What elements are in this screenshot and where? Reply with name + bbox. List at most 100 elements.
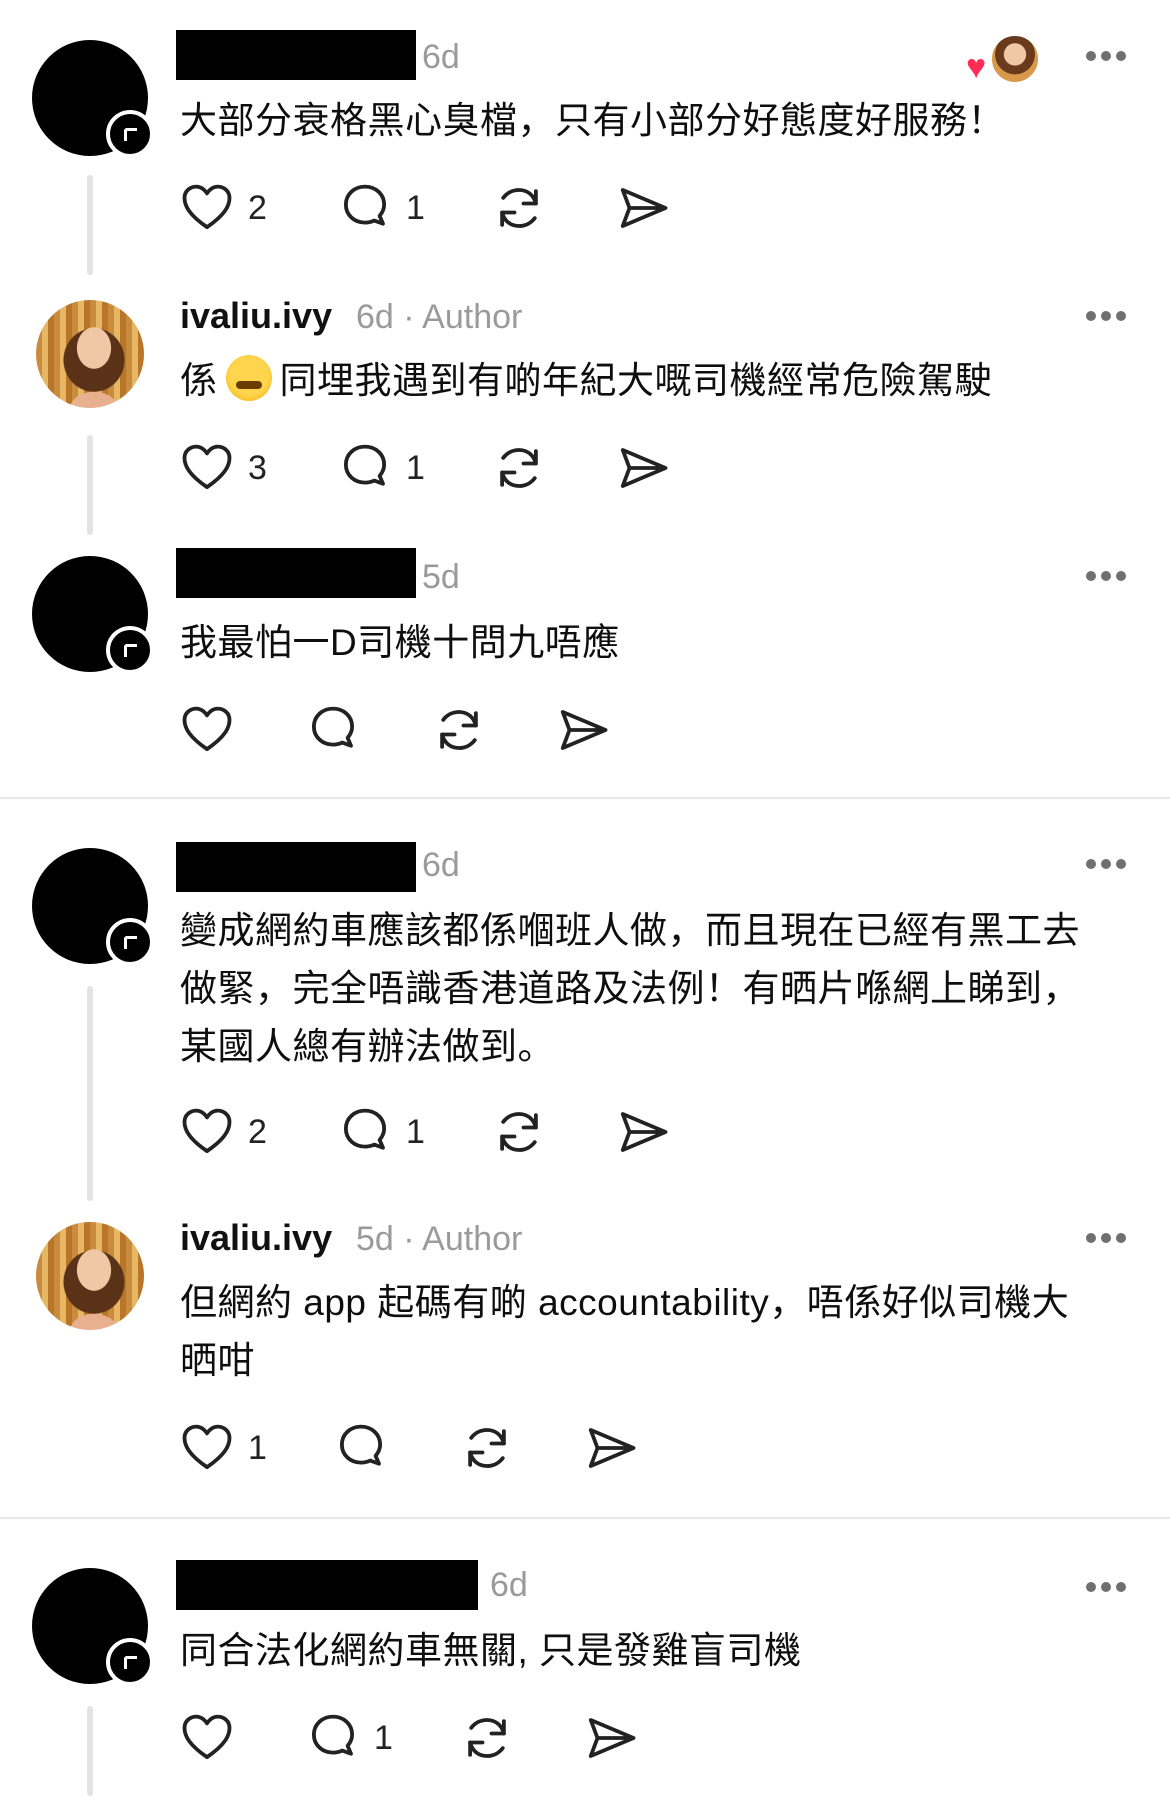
heart-icon [180,181,234,235]
redacted-username [176,548,416,598]
reply-button[interactable] [334,1418,388,1478]
share-button[interactable] [616,1102,670,1162]
repost-button[interactable] [460,1418,514,1478]
share-button[interactable] [616,438,670,498]
repost-button[interactable] [460,1708,514,1768]
avatar[interactable] [36,300,144,408]
timestamp: 6d [490,1566,528,1604]
avatar[interactable] [36,1222,144,1330]
repost-button[interactable] [432,700,486,760]
comment-icon [338,441,392,495]
share-button[interactable] [556,700,610,760]
like-count: 3 [248,448,267,487]
repost-icon [492,441,546,495]
follow-badge-icon[interactable] [106,918,154,966]
action-bar: 3 1 [180,438,700,498]
action-bar: 1 [180,1708,640,1768]
reply-count: 1 [374,1718,393,1757]
more-options-button[interactable] [1086,858,1126,870]
reply-button[interactable]: 1 [306,1708,393,1768]
repost-icon [432,703,486,757]
share-button[interactable] [616,178,670,238]
like-count: 2 [248,188,267,227]
share-icon [556,703,610,757]
divider [0,1517,1170,1519]
heart-icon [180,441,234,495]
author-label: · Author [403,298,523,336]
repost-icon [460,1711,514,1765]
more-options-button[interactable] [1086,570,1126,582]
thread-line [87,175,93,275]
comment-text: 但網約 app 起碼有啲 accountability，唔係好似司機大 晒咁 [180,1282,1070,1381]
action-bar: 2 1 [180,1102,700,1162]
follow-badge-icon[interactable] [106,626,154,674]
redacted-username [176,842,416,892]
repost-button[interactable] [492,178,546,238]
reply-button[interactable]: 1 [338,438,425,498]
more-options-button[interactable] [1086,1232,1126,1244]
share-icon [616,1105,670,1159]
like-button[interactable]: 2 [180,1102,267,1162]
like-button[interactable] [180,1708,234,1768]
heart-icon [180,1421,234,1475]
comment-icon [306,1711,360,1765]
more-options-button[interactable] [1086,50,1126,62]
share-icon [584,1711,638,1765]
follow-badge-icon[interactable] [106,110,154,158]
divider [0,797,1170,799]
action-bar [180,700,640,760]
like-count: 1 [248,1428,267,1467]
reply-button[interactable]: 1 [338,1102,425,1162]
action-bar: 1 [180,1418,640,1478]
comment-text: 大部分衰格黑心臭檔，只有小部分好態度好服務！ [180,100,1005,141]
username[interactable]: ivaliu.ivy [180,295,332,337]
steam-face-emoji-icon [225,355,272,401]
comment-text: 我最怕一D司機十問九唔應 [180,622,620,663]
like-button[interactable]: 1 [180,1418,267,1478]
timestamp: 6d [422,846,460,884]
comment-text: 同合法化網約車無關, 只是發雞盲司機 [180,1630,802,1671]
like-count: 2 [248,1112,267,1151]
share-icon [616,181,670,235]
reply-count: 1 [406,1112,425,1151]
follow-badge-icon[interactable] [106,1638,154,1686]
comment-text: 變成網約車應該都係嗰班人做，而且現在已經有黑工去 做緊，完全唔識香港道路及法例！… [180,910,1080,1067]
thread-line [87,1706,93,1796]
timestamp: 6d · Author [356,298,523,336]
repost-icon [492,181,546,235]
more-options-button[interactable] [1086,1581,1126,1593]
repost-button[interactable] [492,1102,546,1162]
author-liked-heart-icon: ♥ [966,48,987,86]
heart-icon [180,1105,234,1159]
repost-button[interactable] [492,438,546,498]
heart-icon [180,1711,234,1765]
share-button[interactable] [584,1418,638,1478]
like-button[interactable]: 2 [180,178,267,238]
like-button[interactable]: 3 [180,438,267,498]
comment-icon [338,181,392,235]
reply-button[interactable]: 1 [338,178,425,238]
heart-icon [180,703,234,757]
comment-icon [306,703,360,757]
comment-icon [338,1105,392,1159]
timestamp: 6d [422,38,460,76]
comment-icon [334,1421,388,1475]
comment-text: 係同埋我遇到有啲年紀大嘅司機經常危險駕駛 [180,352,1110,410]
share-icon [616,441,670,495]
reply-button[interactable] [306,700,360,760]
thread-line [87,435,93,535]
more-options-button[interactable] [1086,310,1126,322]
redacted-username [176,1560,478,1610]
timestamp: 5d [422,558,460,596]
username[interactable]: ivaliu.ivy [180,1217,332,1259]
action-bar: 2 1 [180,178,700,238]
reply-count: 1 [406,448,425,487]
share-button[interactable] [584,1708,638,1768]
author-label: · Author [403,1220,523,1258]
redacted-username [176,30,416,80]
like-button[interactable] [180,700,234,760]
repost-icon [492,1105,546,1159]
share-icon [584,1421,638,1475]
timestamp: 5d · Author [356,1220,523,1258]
reply-count: 1 [406,188,425,227]
